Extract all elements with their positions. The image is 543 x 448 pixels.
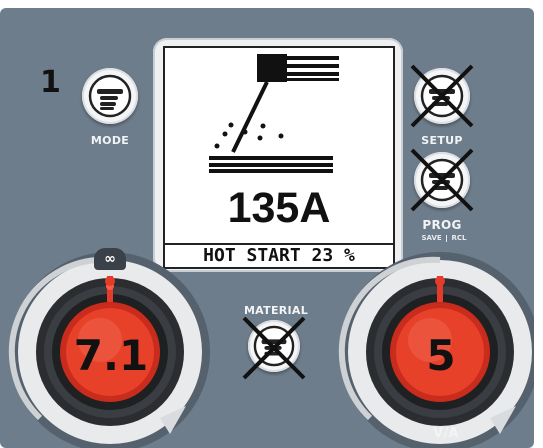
mode-label: MODE	[90, 134, 130, 147]
sublabel-divider	[446, 234, 448, 242]
step-number: 1	[40, 65, 61, 100]
right-knob-value: 5	[426, 331, 456, 380]
prog-sublabels: SAVE RCL	[412, 234, 476, 242]
lock-badge: ∞	[94, 248, 126, 270]
mode-button[interactable]	[82, 68, 138, 124]
setup-button[interactable]	[410, 64, 474, 128]
lcd-screen: 135A	[163, 46, 395, 266]
current-readout: 135A	[227, 184, 331, 232]
pointing-hand-icon	[88, 74, 132, 118]
prog-button[interactable]	[410, 148, 474, 212]
lock-icon: ∞	[104, 251, 116, 267]
left-knob-indicator-dot	[105, 276, 115, 286]
right-knob-indicator-dot	[435, 276, 445, 286]
prog-label: PROG	[422, 218, 462, 232]
material-button[interactable]	[242, 316, 306, 380]
save-label: SAVE	[421, 234, 442, 242]
rcl-label: RCL	[451, 234, 467, 242]
disabled-cross-icon	[410, 148, 474, 212]
left-knob-value: 7.1	[73, 331, 149, 380]
va-label: V/A	[433, 426, 459, 441]
welding-electrode-icon	[209, 54, 339, 173]
disabled-cross-icon	[410, 64, 474, 128]
welder-control-panel: 1 MODE 135A HOT START 23 % SETUP PROG SA…	[0, 8, 534, 448]
disabled-cross-icon	[242, 316, 306, 380]
